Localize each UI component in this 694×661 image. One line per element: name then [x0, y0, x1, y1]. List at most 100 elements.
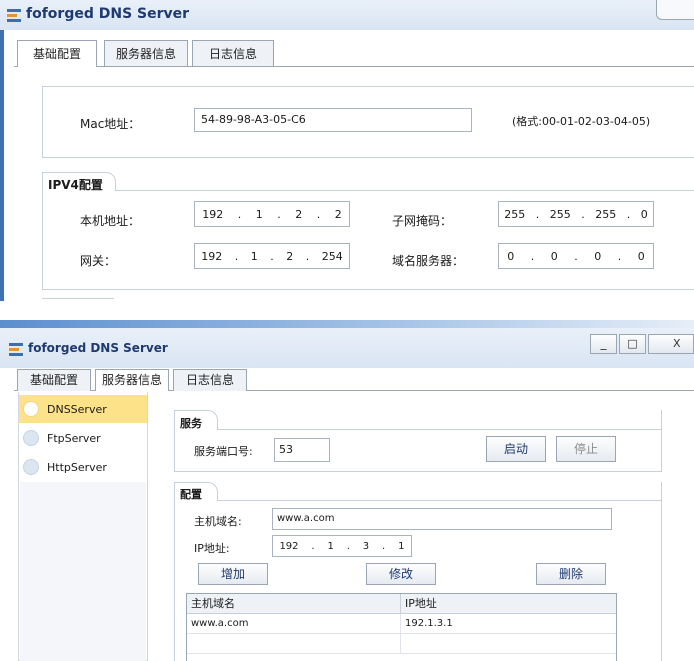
- server-item-label: DNSServer: [47, 402, 107, 416]
- stop-button[interactable]: 停止: [556, 436, 616, 462]
- ip-octet: 192: [279, 540, 299, 552]
- window-server-info: foforged DNS Server _ □ X 基础配置 服务器信息 日志信…: [0, 320, 694, 661]
- server-item-ftp[interactable]: FtpServer: [19, 424, 147, 452]
- port-label: 服务端口号:: [194, 445, 253, 458]
- title-bar[interactable]: foforged DNS Server: [0, 0, 694, 30]
- radio-icon: [23, 401, 39, 417]
- app-icon: [9, 343, 23, 356]
- ip-octet: 0: [637, 249, 645, 263]
- subnet-label: 子网掩码：: [392, 214, 453, 228]
- config-group-label: 配置: [180, 488, 202, 501]
- group-line: [216, 500, 662, 501]
- button-label: 修改: [388, 567, 413, 581]
- server-item-dns[interactable]: DNSServer: [19, 395, 147, 423]
- tab-log-info[interactable]: 日志信息: [192, 40, 274, 66]
- tab-basic-config[interactable]: 基础配置: [17, 369, 91, 391]
- port-input[interactable]: 53: [274, 438, 330, 462]
- host-input[interactable]: www.a.com: [272, 508, 612, 530]
- server-item-label: FtpServer: [47, 431, 101, 445]
- window-title: foforged DNS Server: [28, 341, 168, 355]
- dns-server-input[interactable]: 0. 0. 0. 0: [498, 243, 654, 269]
- ip-octet: 255: [595, 207, 617, 221]
- radio-icon: [23, 430, 39, 446]
- column-label: 主机域名: [191, 597, 235, 610]
- server-list-empty: [20, 482, 146, 661]
- ipv4-group-tab: IPV4配置: [42, 172, 116, 192]
- mac-format-hint: (格式:00-01-02-03-04-05): [512, 115, 651, 128]
- ip-octet: 1: [398, 540, 405, 552]
- maximize-icon: □: [627, 337, 638, 350]
- ip-octet: 2: [295, 207, 303, 221]
- local-ip-input[interactable]: 192. 1. 2. 2: [194, 201, 350, 227]
- ip-octet: 192: [201, 249, 223, 263]
- ip-octet: 0: [550, 249, 558, 263]
- window-title: foforged DNS Server: [26, 6, 190, 22]
- ip-octet: 3: [362, 540, 370, 552]
- gap: [0, 301, 694, 320]
- tab-label: 基础配置: [29, 373, 78, 387]
- window-top-edge: [0, 320, 694, 328]
- host-label: 主机域名:: [194, 515, 242, 528]
- table-cell-empty: [187, 634, 401, 654]
- server-item-http[interactable]: HttpServer: [19, 453, 147, 481]
- window-left-edge: [0, 30, 4, 301]
- tab-basic-config[interactable]: 基础配置: [17, 40, 97, 67]
- dns-label: 域名服务器：: [392, 254, 465, 268]
- tab-label: 日志信息: [185, 373, 234, 387]
- radio-icon: [23, 459, 39, 475]
- ip-octet: 0: [507, 249, 515, 263]
- close-icon: X: [673, 337, 681, 350]
- start-button[interactable]: 启动: [486, 436, 546, 462]
- app-icon: [7, 9, 21, 22]
- tab-label: 日志信息: [208, 47, 257, 61]
- ip-octet: 192: [202, 207, 224, 221]
- tab-server-info[interactable]: 服务器信息: [104, 40, 188, 66]
- add-button[interactable]: 增加: [198, 563, 268, 585]
- table-cell-ip[interactable]: 192.1.3.1: [401, 614, 616, 634]
- title-bar[interactable]: foforged DNS Server _ □ X: [0, 328, 694, 368]
- server-item-label: HttpServer: [47, 460, 107, 474]
- tab-label: 服务器信息: [115, 47, 176, 61]
- button-label: 停止: [573, 442, 598, 456]
- table-header-ip[interactable]: IP地址: [401, 594, 616, 614]
- subnet-mask-input[interactable]: 255. 255. 255. 0: [498, 201, 654, 227]
- mac-address-input[interactable]: 54-89-98-A3-05-C6: [194, 108, 472, 132]
- config-group-tab: 配置: [174, 482, 218, 501]
- mac-label: Mac地址：: [80, 117, 141, 131]
- service-group-label: 服务: [180, 417, 202, 430]
- modify-button[interactable]: 修改: [366, 563, 436, 585]
- ip-octet: 255: [504, 207, 526, 221]
- ip-label: IP地址:: [194, 542, 230, 555]
- gateway-input[interactable]: 192. 1. 2. 254: [194, 243, 350, 269]
- host-table: 主机域名 IP地址 www.a.com 192.1.3.1: [186, 593, 617, 661]
- tab-label: 服务器信息: [101, 373, 162, 387]
- ip-octet: 2: [334, 207, 342, 221]
- minimize-button[interactable]: _: [590, 334, 617, 354]
- button-label: 启动: [503, 442, 528, 456]
- group-line: [216, 429, 662, 430]
- delete-button[interactable]: 删除: [536, 563, 606, 585]
- close-button[interactable]: X: [648, 334, 694, 354]
- table-cell-host[interactable]: www.a.com: [187, 614, 401, 634]
- gateway-label: 网关：: [80, 254, 117, 268]
- maximize-button[interactable]: □: [619, 334, 646, 354]
- group-line: [110, 190, 694, 191]
- port-value: 53: [279, 443, 293, 456]
- table-header-host[interactable]: 主机域名: [187, 594, 401, 614]
- ip-octet: 1: [255, 207, 263, 221]
- ip-octet: 0: [640, 207, 648, 221]
- cell-text: www.a.com: [191, 618, 249, 629]
- ip-input[interactable]: 192. 1. 3. 1: [272, 535, 412, 557]
- table-cell-empty: [401, 634, 616, 654]
- window-control[interactable]: [656, 0, 694, 20]
- ip-octet: 254: [321, 249, 343, 263]
- button-label: 删除: [558, 567, 583, 581]
- mac-value: 54-89-98-A3-05-C6: [201, 113, 306, 126]
- ip-octet: 1: [250, 249, 258, 263]
- cell-text: 192.1.3.1: [405, 618, 453, 629]
- host-value: www.a.com: [277, 513, 335, 524]
- ip-octet: 2: [286, 249, 294, 263]
- column-label: IP地址: [405, 597, 437, 610]
- tab-server-info[interactable]: 服务器信息: [95, 369, 169, 391]
- tab-log-info[interactable]: 日志信息: [173, 369, 247, 391]
